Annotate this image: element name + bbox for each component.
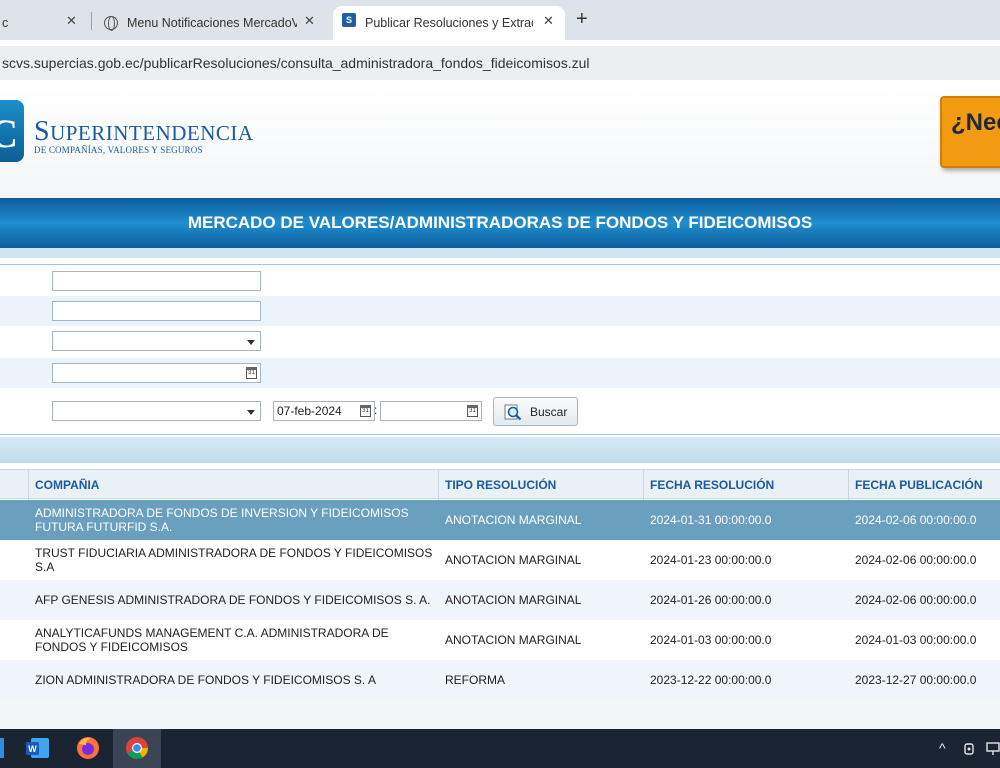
- tab-title: c: [2, 16, 9, 30]
- resolution-date-input[interactable]: 31: [52, 363, 261, 383]
- cell-resolution-date: 2023-12-22 00:00:00.0: [650, 673, 772, 687]
- logo-mark: C: [0, 100, 24, 162]
- logo-title-initial: S: [34, 116, 51, 147]
- table-row[interactable]: AFP GENESIS ADMINISTRADORA DE FONDOS Y F…: [0, 580, 1000, 620]
- svg-text:W: W: [28, 744, 37, 754]
- new-tab-button[interactable]: +: [576, 8, 588, 31]
- tab-title: Publicar Resoluciones y Extracto: [365, 16, 533, 30]
- cell-company: TRUST FIDUCIARIA ADMINISTRADORA DE FONDO…: [35, 546, 433, 574]
- meet-now-icon[interactable]: [963, 741, 977, 757]
- address-bar-area: scvs.supercias.gob.ec/publicarResolucion…: [0, 40, 1000, 86]
- chevron-down-icon: [247, 340, 255, 345]
- logo-subtitle: DE COMPAÑÍAS, VALORES Y SEGUROS: [34, 145, 203, 155]
- date-from-value: 07-feb-2024: [277, 404, 342, 418]
- table-row[interactable]: ZION ADMINISTRADORA DE FONDOS Y FIDEICOM…: [0, 660, 1000, 700]
- close-tab-icon[interactable]: ✕: [66, 13, 77, 29]
- cell-company: AFP GENESIS ADMINISTRADORA DE FONDOS Y F…: [35, 593, 431, 607]
- tab-separator: [91, 12, 92, 30]
- date-criteria-select[interactable]: [52, 401, 261, 421]
- site-header: C SUPERINTENDENCIA DE COMPAÑÍAS, VALORES…: [0, 86, 1000, 198]
- chevron-up-icon[interactable]: ^: [939, 740, 946, 756]
- logo-letter: C: [0, 111, 18, 156]
- divider: [0, 264, 1000, 265]
- column-header-publication-date[interactable]: FECHA PUBLICACIÓN: [848, 470, 1000, 500]
- company-name-input[interactable]: [52, 271, 261, 291]
- resolution-type-select[interactable]: [52, 331, 261, 351]
- search-button-label: Buscar: [530, 405, 568, 419]
- network-icon[interactable]: [984, 741, 1000, 757]
- cell-publication-date: 2024-01-03 00:00:00.0: [855, 633, 977, 647]
- cell-publication-date: 2024-02-06 00:00:00.0: [855, 553, 977, 567]
- column-header-resolution-date[interactable]: FECHA RESOLUCIÓN: [643, 470, 848, 500]
- cell-publication-date: 2024-02-06 00:00:00.0: [855, 593, 977, 607]
- close-tab-icon[interactable]: ✕: [543, 13, 554, 29]
- cell-publication-date: 2023-12-27 00:00:00.0: [855, 673, 977, 687]
- site-favicon-icon: S: [342, 13, 356, 27]
- calendar-icon[interactable]: 31: [360, 405, 371, 417]
- address-bar[interactable]: scvs.supercias.gob.ec/publicarResolucion…: [0, 46, 1000, 80]
- cell-resolution-date: 2024-01-23 00:00:00.0: [650, 553, 772, 567]
- help-text: ¿Nec: [951, 109, 1000, 136]
- cell-type: ANOTACION MARGINAL: [445, 513, 582, 527]
- table-row[interactable]: ANALYTICAFUNDS MANAGEMENT C.A. ADMINISTR…: [0, 620, 1000, 660]
- logo-title: SUPERINTENDENCIA: [34, 116, 254, 148]
- browser-tab[interactable]: c ✕: [0, 6, 90, 40]
- search-icon: [504, 404, 522, 421]
- table-row[interactable]: ADMINISTRADORA DE FONDOS DE INVERSION Y …: [0, 500, 1000, 540]
- cell-publication-date: 2024-02-06 00:00:00.0: [855, 513, 977, 527]
- chevron-down-icon: [247, 410, 255, 415]
- cell-resolution-date: 2024-01-26 00:00:00.0: [650, 593, 772, 607]
- page-title: MERCADO DE VALORES/ADMINISTRADORAS DE FO…: [187, 213, 813, 232]
- search-button[interactable]: Buscar: [493, 397, 578, 426]
- url-text[interactable]: scvs.supercias.gob.ec/publicarResolucion…: [0, 55, 590, 71]
- browser-tab[interactable]: Menu Notificaciones MercadoV ✕: [96, 6, 328, 40]
- date-to-input[interactable]: 31: [380, 401, 482, 421]
- globe-icon: [104, 16, 118, 31]
- help-button[interactable]: ¿Nec: [940, 96, 1000, 168]
- divider: [0, 434, 1000, 435]
- taskbar-app-icon[interactable]: [0, 738, 4, 758]
- calendar-icon[interactable]: 31: [467, 405, 478, 417]
- firefox-icon[interactable]: [75, 735, 101, 761]
- column-header-type[interactable]: TIPO RESOLUCIÓN: [438, 470, 643, 500]
- table-header: COMPAÑIA TIPO RESOLUCIÓN FECHA RESOLUCIÓ…: [0, 469, 1000, 500]
- date-range-separator: :: [374, 403, 378, 417]
- chrome-icon[interactable]: [124, 735, 150, 761]
- cell-company: ANALYTICAFUNDS MANAGEMENT C.A. ADMINISTR…: [35, 626, 389, 654]
- date-from-input[interactable]: 07-feb-2024 31: [273, 401, 375, 421]
- cell-company: ZION ADMINISTRADORA DE FONDOS Y FIDEICOM…: [35, 673, 376, 687]
- results-subheader: [0, 437, 1000, 463]
- cell-type: ANOTACION MARGINAL: [445, 633, 582, 647]
- calendar-icon[interactable]: 31: [246, 367, 257, 379]
- cell-resolution-date: 2024-01-31 00:00:00.0: [650, 513, 772, 527]
- resolution-number-input[interactable]: [52, 301, 261, 321]
- word-icon[interactable]: W: [25, 735, 51, 761]
- cell-resolution-date: 2024-01-03 00:00:00.0: [650, 633, 772, 647]
- column-header-company[interactable]: COMPAÑIA: [28, 470, 438, 500]
- browser-tab-active[interactable]: S Publicar Resoluciones y Extracto ✕: [333, 6, 565, 40]
- cell-type: ANOTACION MARGINAL: [445, 553, 582, 567]
- cell-type: ANOTACION MARGINAL: [445, 593, 582, 607]
- browser-tab-bar: c ✕ Menu Notificaciones MercadoV ✕ S Pub…: [0, 0, 1000, 40]
- os-taskbar: W ^: [0, 729, 1000, 768]
- cell-type: REFORMA: [445, 673, 505, 687]
- logo-title-rest: UPERINTENDENCIA: [50, 121, 254, 145]
- table-footer: [0, 699, 1000, 729]
- cell-company: ADMINISTRADORA DE FONDOS DE INVERSION Y …: [35, 506, 409, 534]
- page-title-banner: MERCADO DE VALORES/ADMINISTRADORAS DE FO…: [0, 198, 1000, 248]
- banner-strip: [0, 248, 1000, 258]
- table-row[interactable]: TRUST FIDUCIARIA ADMINISTRADORA DE FONDO…: [0, 540, 1000, 580]
- tab-title: Menu Notificaciones MercadoV: [127, 16, 297, 30]
- close-tab-icon[interactable]: ✕: [304, 13, 315, 29]
